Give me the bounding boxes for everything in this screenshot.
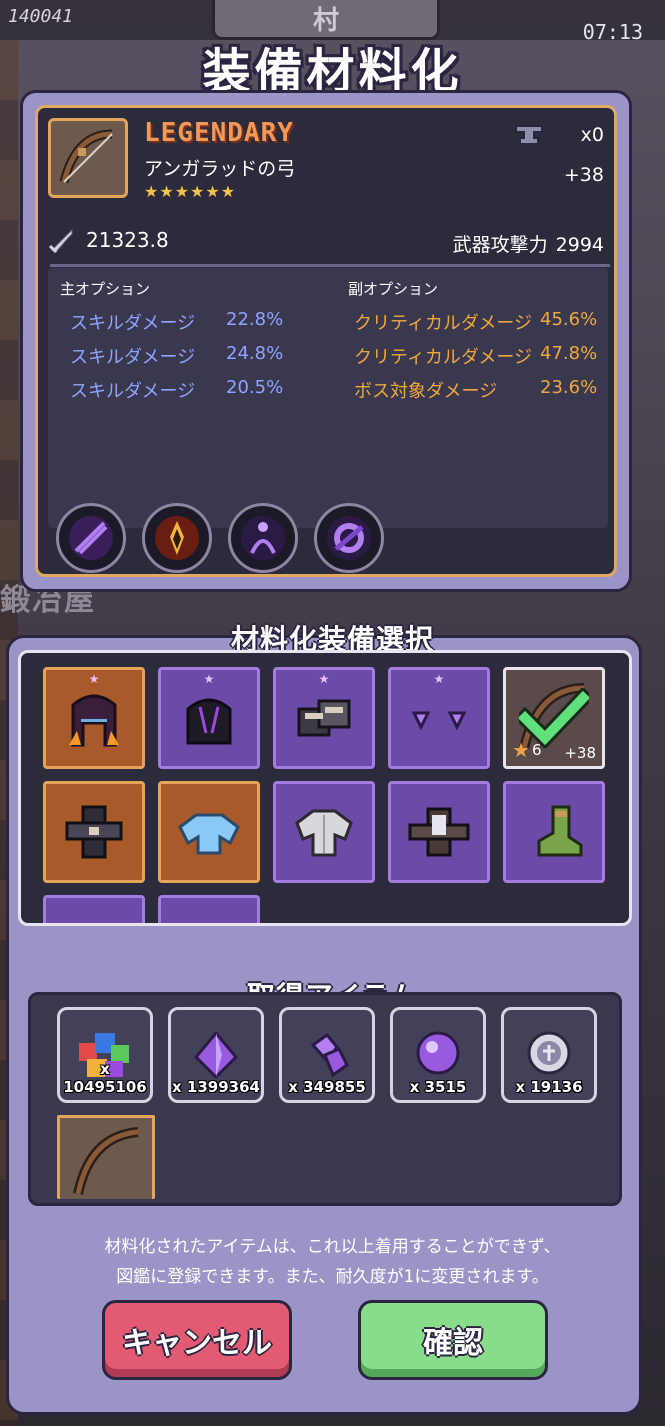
option-value: 22.8% xyxy=(226,309,284,330)
option-name: スキルダメージ xyxy=(70,381,196,402)
star-icon: ★ xyxy=(433,672,445,686)
options-box: 主オプション スキルダメージ 22.8% スキルダメージ 24.8% スキルダメージ… xyxy=(48,268,608,528)
equipment-slot-row3-2[interactable] xyxy=(158,895,260,923)
confirm-button[interactable]: 確認 xyxy=(358,1300,548,1380)
sub-options-label: 副オプション xyxy=(348,280,439,298)
fire-shield-skill-icon[interactable] xyxy=(142,503,212,573)
combat-power-value: 21323.8 xyxy=(86,228,169,252)
purple-shard-icon xyxy=(310,1032,349,1078)
gain-qty: x 349855 xyxy=(288,1078,366,1096)
anvil-count: x0 xyxy=(580,124,604,146)
option-value: 23.6% xyxy=(540,377,598,398)
main-options-label: 主オプション xyxy=(60,280,151,298)
item-name: アンガラッドの弓 xyxy=(144,158,296,180)
option-value: 24.8% xyxy=(226,343,284,364)
equipment-selection-panel[interactable]: ★ ★ ★ ★ ★ 6 +38 xyxy=(18,650,632,926)
gain-bow-item[interactable] xyxy=(57,1115,155,1199)
notice-line-2: 図鑑に登録できます。また、耐久度が1に変更されます。 xyxy=(116,1267,549,1287)
option-name: ボス対象ダメージ xyxy=(354,381,498,402)
cancel-button[interactable]: キャンセル xyxy=(102,1300,292,1380)
gain-qty: x 10495106 xyxy=(63,1060,147,1096)
purple-orb-icon xyxy=(416,1031,460,1075)
void-ring-skill-icon[interactable] xyxy=(314,503,384,573)
main-option-row: スキルダメージ 24.8% xyxy=(60,343,283,377)
selected-upgrade: +38 xyxy=(564,744,596,762)
background-counter: 140041 xyxy=(8,6,74,27)
equipment-slot-armor-plate[interactable] xyxy=(388,781,490,883)
gain-qty: x 19136 xyxy=(515,1078,583,1096)
option-value: 45.6% xyxy=(540,309,598,330)
selected-level-value: 6 xyxy=(531,741,542,759)
gain-qty: x 3515 xyxy=(409,1078,467,1096)
item-info-card: LEGENDARY アンガラッドの弓 ★★★★★★ x0 +38 21323.8… xyxy=(35,105,617,577)
option-value: 20.5% xyxy=(226,377,284,398)
silver-coin-icon xyxy=(527,1031,571,1075)
option-name: クリティカルダメージ xyxy=(354,313,533,334)
gain-qty: x 1399364 xyxy=(172,1078,260,1096)
equipment-slot-armor-silver[interactable] xyxy=(273,781,375,883)
sub-option-row: クリティカルダメージ 47.8% xyxy=(348,343,597,377)
weapon-attack-label: 武器攻撃力 xyxy=(452,234,548,256)
equipment-slot-earrings[interactable]: ★ xyxy=(388,667,490,769)
equipment-slot-row3-1[interactable] xyxy=(43,895,145,923)
equipment-slot-helmet-fire[interactable]: ★ xyxy=(43,667,145,769)
upgrade-level: +38 xyxy=(563,164,604,186)
gain-item[interactable]: x 3515 xyxy=(390,1007,486,1103)
option-name: スキルダメージ xyxy=(70,313,196,334)
option-name: クリティカルダメージ xyxy=(354,347,533,368)
equipment-slot-armor-ice[interactable] xyxy=(158,781,260,883)
shadow-aura-skill-icon[interactable] xyxy=(228,503,298,573)
star-icon: ★ xyxy=(318,672,330,686)
gain-item[interactable]: x 10495106 xyxy=(57,1007,153,1103)
equipment-slot-boots-green[interactable] xyxy=(503,781,605,883)
notice-text: 材料化されたアイテムは、これ以上着用することができず、 図鑑に登録できます。また… xyxy=(0,1232,665,1292)
gain-items-panel: x 10495106 x 1399364 x 349855 x 3515 x 1… xyxy=(28,992,622,1206)
equipment-slot-gauntlet[interactable]: ★ xyxy=(273,667,375,769)
star-icon: ★ xyxy=(88,672,100,686)
sub-option-row: クリティカルダメージ 45.6% xyxy=(348,309,597,343)
main-option-row: スキルダメージ 20.5% xyxy=(60,377,283,411)
sub-option-row: ボス対象ダメージ 23.6% xyxy=(348,377,597,411)
option-value: 47.8% xyxy=(540,343,598,364)
bow-icon xyxy=(73,1127,139,1196)
main-option-row: スキルダメージ 22.8% xyxy=(60,309,283,343)
gain-item[interactable]: x 19136 xyxy=(501,1007,597,1103)
sub-options: 副オプション クリティカルダメージ 45.6% クリティカルダメージ 47.8% ボ… xyxy=(348,278,597,411)
dark-slash-skill-icon[interactable] xyxy=(56,503,126,573)
main-options: 主オプション スキルダメージ 22.8% スキルダメージ 24.8% スキルダメージ… xyxy=(60,278,283,411)
gain-items-grid: x 10495106 x 1399364 x 349855 x 3515 x 1… xyxy=(57,1007,597,1199)
equipment-slot-helmet-dark[interactable]: ★ xyxy=(158,667,260,769)
level-star-icon: ★ xyxy=(512,738,530,762)
gain-item[interactable]: x 1399364 xyxy=(168,1007,264,1103)
purple-crystal-icon xyxy=(193,1030,239,1080)
weapon-attack-value: 2994 xyxy=(555,234,604,256)
star-icon: ★ xyxy=(203,672,215,686)
weapon-attack: 武器攻撃力 2994 xyxy=(453,230,604,257)
sword-icon xyxy=(48,228,73,254)
item-info-panel: LEGENDARY アンガラッドの弓 ★★★★★★ x0 +38 21323.8… xyxy=(20,90,632,592)
notice-line-1: 材料化されたアイテムは、これ以上着用することができず、 xyxy=(104,1237,561,1257)
selected-level: ★ 6 xyxy=(512,738,541,762)
equipment-slot-armor-dark[interactable] xyxy=(43,781,145,883)
equipment-slot-selected-bow[interactable]: ★ 6 +38 xyxy=(503,667,605,769)
equipment-grid: ★ ★ ★ ★ ★ 6 +38 xyxy=(43,667,623,923)
bow-icon xyxy=(48,118,128,198)
option-name: スキルダメージ xyxy=(70,347,196,368)
anvil-icon xyxy=(515,125,543,145)
item-stars: ★★★★★★ xyxy=(144,182,237,201)
divider xyxy=(50,264,610,267)
skill-list xyxy=(56,503,384,573)
rarity-label: LEGENDARY xyxy=(144,118,294,148)
gain-item[interactable]: x 349855 xyxy=(279,1007,375,1103)
